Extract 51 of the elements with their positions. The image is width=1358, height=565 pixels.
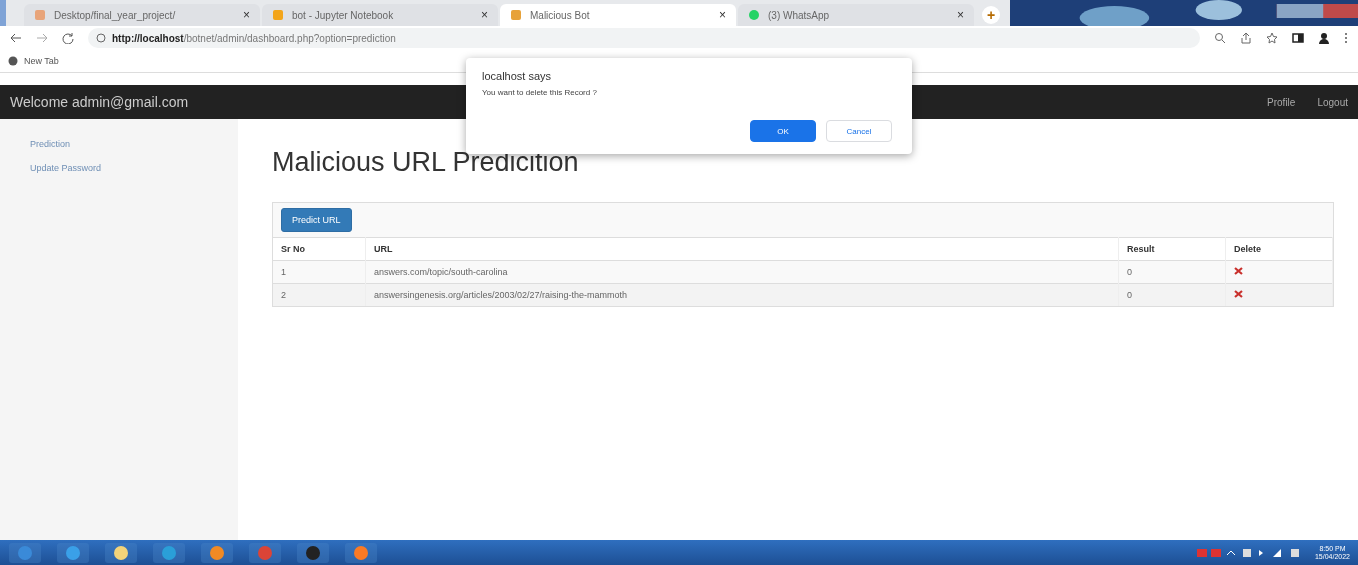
table-cell: 0 — [1118, 283, 1226, 306]
tab-icon — [34, 9, 46, 21]
delete-icon[interactable] — [1234, 290, 1243, 298]
nav-link[interactable]: Logout — [1317, 96, 1348, 108]
profile-icon[interactable] — [1318, 32, 1330, 44]
address-field[interactable]: http://localhost/botnet/admin/dashboard.php?option=prediction — [88, 28, 1200, 48]
column-header: Result — [1118, 237, 1226, 261]
taskbar-app-icon[interactable] — [200, 541, 234, 564]
predict-url-button[interactable]: Predict URL — [281, 208, 352, 232]
column-header: Sr No — [273, 237, 366, 261]
table-cell: 1 — [273, 260, 366, 284]
dialog-button[interactable]: Cancel — [826, 120, 892, 142]
tab-icon — [510, 9, 522, 21]
taskbar-app-icon[interactable] — [296, 541, 330, 564]
browser-tab[interactable]: (3) WhatsApp × — [738, 4, 974, 26]
dialog-message: You want to delete this Record ? — [482, 88, 598, 97]
star-icon[interactable] — [1266, 32, 1278, 44]
table-cell: 2 — [273, 283, 366, 306]
tab-icon — [272, 9, 284, 21]
url-text: http://localhost/botnet/admin/dashboard.php?option=prediction — [112, 32, 396, 44]
nav-link[interactable]: Profile — [1267, 96, 1296, 108]
delete-icon[interactable] — [1234, 267, 1243, 275]
tab-icon — [748, 9, 760, 21]
dialog-button[interactable]: OK — [750, 120, 816, 142]
navbar-brand[interactable]: Welcome admin@gmail.com — [10, 94, 189, 110]
browser-tab[interactable]: Desktop/final_year_project/ × — [24, 4, 260, 26]
close-icon[interactable]: × — [957, 8, 964, 22]
back-icon[interactable] — [10, 33, 22, 43]
close-icon[interactable]: × — [243, 8, 250, 22]
new-tab-button[interactable]: + — [982, 6, 1000, 24]
column-header: URL — [365, 237, 1119, 261]
taskbar-app-icon[interactable] — [104, 541, 138, 564]
close-icon[interactable]: × — [719, 8, 726, 22]
search-icon[interactable] — [1214, 32, 1226, 44]
taskbar-app-icon[interactable] — [56, 541, 90, 564]
share-icon[interactable] — [1240, 32, 1252, 44]
menu-icon[interactable] — [1344, 32, 1348, 44]
table-cell: 0 — [1118, 260, 1226, 284]
close-icon[interactable]: × — [481, 8, 488, 22]
column-header: Delete — [1225, 237, 1333, 261]
reload-icon[interactable] — [62, 32, 74, 44]
browser-tab[interactable]: Malicious Bot × — [500, 4, 736, 26]
page-title: Malicious URL Predicition — [272, 147, 580, 178]
taskbar-app-icon[interactable] — [344, 541, 378, 564]
browser-tab[interactable]: bot - Jupyter Notebook × — [262, 4, 498, 26]
table-cell: answers.com/topic/south-carolina — [365, 260, 1119, 284]
taskbar-app-icon[interactable] — [152, 541, 186, 564]
table-cell: answersingenesis.org/articles/2003/02/27/raising-the-mammoth — [365, 283, 1119, 306]
dialog-title: localhost says — [482, 70, 553, 82]
sidebar-icon[interactable] — [1292, 32, 1304, 44]
bookmark-link[interactable]: New Tab — [24, 56, 59, 66]
